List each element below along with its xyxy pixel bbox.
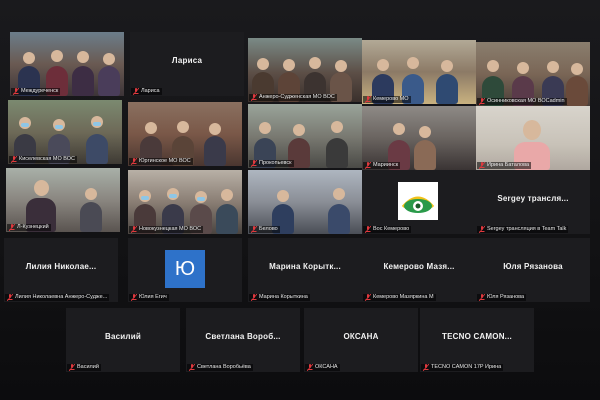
participant-name-label: Юля Рязанова <box>477 294 527 301</box>
participant-tile-9[interactable]: Мариинск <box>362 106 476 170</box>
mic-muted-icon <box>365 226 371 233</box>
mic-muted-icon <box>13 88 19 95</box>
video-feed <box>128 170 242 234</box>
participant-tile-15[interactable]: Sergey трансля... Sergey трансляция в Te… <box>476 170 590 234</box>
participant-tile-16[interactable]: Лилия Николае... Лилия Николаевна Анжеро… <box>4 238 118 302</box>
participant-display-name: Кемерово Мазя... <box>383 262 455 271</box>
participant-display-name: Лилия Николае... <box>25 262 97 271</box>
eye-logo-icon <box>401 196 435 213</box>
participant-name-label: Вос Кемерово <box>363 226 412 233</box>
mic-muted-icon <box>251 94 257 101</box>
mic-muted-icon <box>251 226 257 233</box>
participant-tile-4[interactable]: Кемерово МО <box>362 40 476 104</box>
participant-name-label: Юлия Егич <box>129 294 169 301</box>
participant-name-label: Мариинск <box>363 162 401 169</box>
video-feed <box>248 170 362 234</box>
participant-tile-7[interactable]: Юргинское МО ВОС <box>128 102 242 166</box>
participant-tile-22[interactable]: Светлана Вороб... Светлана Воробьёва <box>186 308 300 372</box>
vos-logo <box>398 182 438 220</box>
mic-muted-icon <box>131 158 137 165</box>
participant-tile-10[interactable]: Ирина Баталова <box>476 106 590 170</box>
participant-tile-12[interactable]: Новокузнецкая МО ВОС <box>128 170 242 234</box>
participant-display-name: ОКСАНА <box>343 332 379 341</box>
participant-name-label: Василий <box>67 364 101 371</box>
participant-display-name: TECNO CAMON... <box>442 332 512 341</box>
video-feed <box>476 106 590 170</box>
participant-name-label: Ирина Баталова <box>477 162 532 169</box>
mic-muted-icon <box>7 294 13 301</box>
participant-tile-6[interactable]: Киселевская МО ВОС <box>8 100 122 164</box>
mic-muted-icon <box>423 364 429 371</box>
mic-muted-icon <box>479 162 485 169</box>
video-feed <box>362 106 476 170</box>
participant-tile-3[interactable]: Анжеро-Судженская МО ВОС <box>248 38 362 102</box>
participant-display-name: Василий <box>105 332 141 341</box>
mic-muted-icon <box>365 294 371 301</box>
mic-muted-icon <box>11 156 17 163</box>
participant-tile-20[interactable]: Юля Рязанова Юля Рязанова <box>476 238 590 302</box>
participant-display-name: Лариса <box>171 56 203 65</box>
participant-name-label: TECNO CAMON 17P Ирина <box>421 364 504 371</box>
video-feed <box>128 102 242 166</box>
participant-tile-1[interactable]: Междуреченск <box>10 32 124 96</box>
avatar: Ю <box>165 250 205 288</box>
participant-name-label: Белово <box>249 226 280 233</box>
video-feed <box>248 104 362 168</box>
participant-display-name: Юля Рязанова <box>503 262 563 271</box>
mic-muted-icon <box>479 98 485 105</box>
video-feed <box>6 168 120 232</box>
mic-muted-icon <box>131 294 137 301</box>
mic-muted-icon <box>307 364 313 371</box>
video-feed <box>362 40 476 104</box>
video-feed <box>8 100 122 164</box>
participant-name-label: Лилия Николаевна Анжеро-Судже... <box>5 294 110 301</box>
mic-muted-icon <box>479 226 485 233</box>
participant-name-label: Анжеро-Судженская МО ВОС <box>249 94 337 101</box>
participant-name-label: Междуреченск <box>11 88 61 95</box>
participant-tile-18[interactable]: Марина Корытк... Марина Корыткина <box>248 238 362 302</box>
mic-muted-icon <box>365 162 371 169</box>
participant-tile-13[interactable]: Белово <box>248 170 362 234</box>
mic-muted-icon <box>133 88 139 95</box>
participant-name-label: Л-Кузнецкий <box>7 224 51 231</box>
participant-tile-2[interactable]: Лариса Лариса <box>130 32 244 96</box>
mic-muted-icon <box>189 364 195 371</box>
participant-display-name: Светлана Вороб... <box>205 332 281 341</box>
mic-muted-icon <box>131 226 137 233</box>
mic-muted-icon <box>69 364 75 371</box>
video-feed <box>476 42 590 106</box>
participant-name-label: Sergey трансляция в Team Talk <box>477 226 569 233</box>
video-conference-gallery: Междуреченск Лариса Лариса Анжеро-Суджен… <box>0 0 600 400</box>
mic-muted-icon <box>251 294 257 301</box>
participant-tile-24[interactable]: TECNO CAMON... TECNO CAMON 17P Ирина <box>420 308 534 372</box>
participant-tile-11-speaking[interactable]: Л-Кузнецкий <box>6 168 120 232</box>
participant-name-label: Прокопьевск <box>249 160 294 167</box>
participant-name-label: Киселевская МО ВОС <box>9 156 77 163</box>
participant-name-label: Юргинское МО ВОС <box>129 158 193 165</box>
mic-muted-icon <box>365 96 371 103</box>
video-feed <box>248 38 362 102</box>
participant-tile-14[interactable]: Вос Кемерово <box>362 170 476 234</box>
participant-name-label: Лариса <box>131 88 162 95</box>
participant-tile-23[interactable]: ОКСАНА ОКСАНА <box>304 308 418 372</box>
participant-name-label: Марина Корыткина <box>249 294 310 301</box>
participant-name-label: Светлана Воробьёва <box>187 364 253 371</box>
mic-muted-icon <box>9 224 15 231</box>
participant-tile-8[interactable]: Прокопьевск <box>248 104 362 168</box>
participant-display-name: Марина Корытк... <box>269 262 341 271</box>
mic-muted-icon <box>479 294 485 301</box>
participant-name-label: Новокузнецкая МО ВОС <box>129 226 204 233</box>
participant-name-label: Кемерово Мазяркина М <box>363 294 436 301</box>
participant-tile-21[interactable]: Василий Василий <box>66 308 180 372</box>
participant-name-label: Осинниковская МО ВОСadmin <box>477 98 567 105</box>
participant-tile-5[interactable]: Осинниковская МО ВОСadmin <box>476 42 590 106</box>
mic-muted-icon <box>251 160 257 167</box>
participant-name-label: ОКСАНА <box>305 364 340 371</box>
participant-tile-17[interactable]: Ю Юлия Егич <box>128 238 242 302</box>
participant-tile-19[interactable]: Кемерово Мазя... Кемерово Мазяркина М <box>362 238 476 302</box>
video-feed <box>10 32 124 96</box>
participant-name-label: Кемерово МО <box>363 96 411 103</box>
participant-display-name: Sergey трансля... <box>497 194 569 203</box>
